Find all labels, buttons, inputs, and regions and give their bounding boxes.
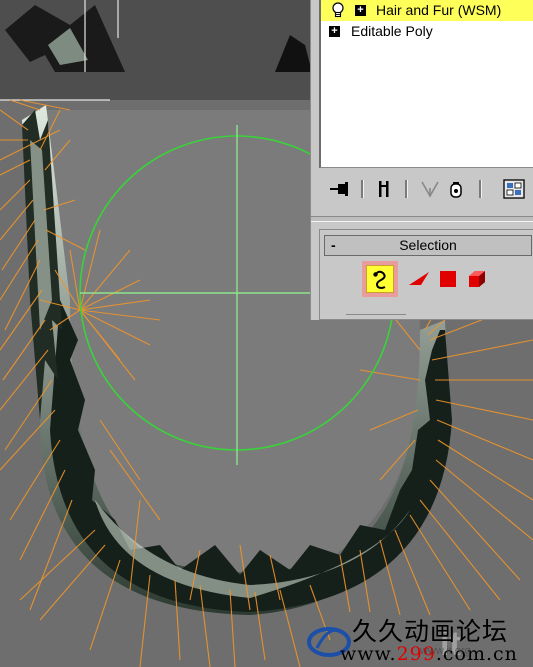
- url-prefix: www.: [340, 643, 397, 665]
- element-icon: [469, 271, 485, 287]
- guides-level-button[interactable]: [362, 261, 398, 297]
- toolbar-separator: [405, 180, 408, 198]
- panel-divider: [311, 216, 533, 222]
- toolbar-separator: [361, 180, 364, 198]
- configure-modifier-sets-icon[interactable]: [501, 178, 527, 200]
- pin-stack-icon[interactable]: [327, 178, 353, 200]
- light-bulb-icon[interactable]: [331, 2, 345, 18]
- stack-item-hair-and-fur[interactable]: + Hair and Fur (WSM): [321, 0, 533, 21]
- polygon-icon: [440, 271, 456, 287]
- selection-rollout: - Selection: [319, 229, 533, 320]
- stack-item-editable-poly[interactable]: + Editable Poly: [321, 21, 533, 42]
- expand-plus-icon[interactable]: +: [329, 26, 340, 37]
- modify-command-panel: + Hair and Fur (WSM) + Editable Poly - S…: [310, 0, 533, 320]
- polygon-level-button[interactable]: [433, 263, 463, 295]
- stack-toolbar: [321, 172, 533, 206]
- show-end-result-icon[interactable]: [371, 178, 397, 200]
- face-icon: [409, 272, 429, 285]
- face-level-button[interactable]: [404, 263, 434, 295]
- stack-item-label: Hair and Fur (WSM): [376, 2, 502, 18]
- expand-plus-icon[interactable]: +: [355, 5, 366, 16]
- make-unique-icon[interactable]: [417, 178, 443, 200]
- selection-rollout-header[interactable]: - Selection: [324, 235, 532, 256]
- guides-icon: [366, 265, 394, 293]
- rollout-partial-control: [346, 314, 406, 323]
- watermark-faint-text: www.it.org: [420, 645, 471, 657]
- modifier-stack-list[interactable]: + Hair and Fur (WSM) + Editable Poly: [319, 0, 533, 168]
- max-screen: + Hair and Fur (WSM) + Editable Poly - S…: [0, 0, 533, 667]
- element-level-button[interactable]: [462, 263, 492, 295]
- toolbar-separator: [479, 180, 482, 198]
- remove-modifier-icon[interactable]: [443, 178, 469, 200]
- stack-item-label: Editable Poly: [351, 23, 433, 39]
- rollout-title: Selection: [399, 237, 457, 253]
